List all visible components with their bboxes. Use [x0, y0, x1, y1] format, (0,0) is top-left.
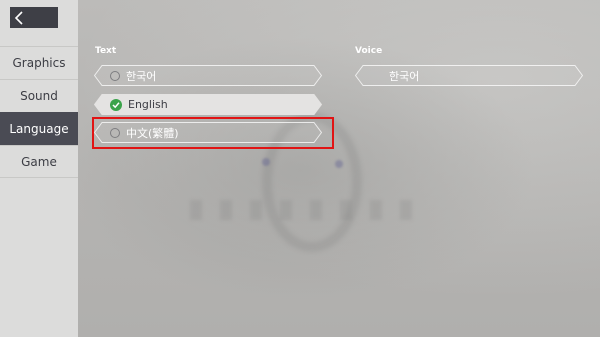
sidebar-item-graphics[interactable]: Graphics [0, 46, 78, 79]
settings-sidebar: Graphics Sound Language Game [0, 0, 78, 337]
option-label: 한국어 [126, 69, 157, 83]
option-label: 한국어 [389, 69, 420, 83]
back-button[interactable] [10, 7, 58, 28]
text-section-label: Text [95, 46, 117, 56]
text-option-korean[interactable]: 한국어 [94, 65, 322, 86]
voice-section-label: Voice [355, 46, 383, 56]
text-option-english[interactable]: English [94, 94, 322, 115]
sidebar-item-sound[interactable]: Sound [0, 79, 78, 112]
blurred-dot [335, 160, 343, 168]
sidebar-item-label: Sound [20, 89, 58, 103]
chevron-left-icon [13, 10, 27, 26]
sidebar-item-label: Language [9, 122, 69, 136]
background-art [0, 0, 600, 337]
sidebar-item-label: Graphics [12, 56, 66, 70]
radio-unchecked-icon [110, 70, 120, 81]
sidebar-item-language[interactable]: Language [0, 112, 78, 145]
settings-nav: Graphics Sound Language Game [0, 46, 78, 178]
highlight-box [92, 117, 334, 149]
blurred-title-art [190, 200, 430, 220]
voice-option-korean[interactable]: 한국어 [355, 65, 583, 86]
sidebar-item-game[interactable]: Game [0, 145, 78, 178]
check-circle-icon [110, 98, 122, 111]
blurred-dot [262, 158, 270, 166]
option-label: English [128, 98, 168, 111]
sidebar-item-label: Game [21, 154, 57, 169]
